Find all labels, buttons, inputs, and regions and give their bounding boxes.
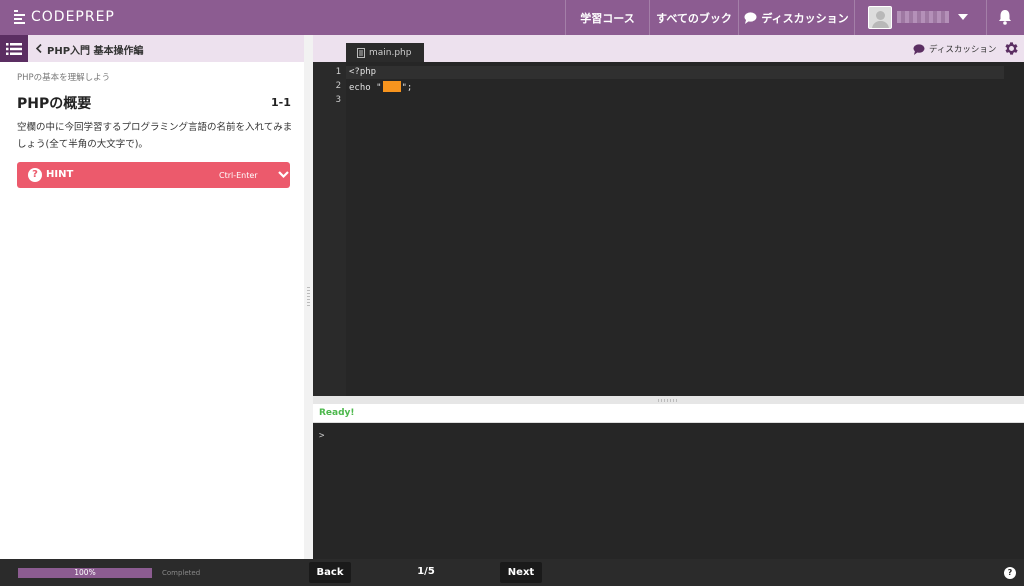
lesson-subheader: PHP入門 基本操作編 — [0, 35, 304, 62]
code-editor[interactable]: <?php echo " "; — [346, 62, 1024, 396]
chevron-down-icon — [278, 171, 289, 179]
console-resize-handle[interactable] — [313, 396, 1024, 404]
progress-label: 100% — [74, 568, 96, 577]
page-indicator: 1/5 — [417, 566, 435, 577]
nav-courses[interactable]: 学習コース — [565, 0, 649, 35]
file-icon — [357, 47, 365, 58]
console-prompt: > — [319, 431, 325, 441]
breadcrumb[interactable]: PHP入門 基本操作編 — [47, 42, 144, 57]
speech-bubble-icon — [744, 11, 757, 24]
editor-tabbar: main.php ディスカッション — [313, 35, 1024, 62]
editor-discussion-link[interactable]: ディスカッション — [913, 43, 996, 55]
nav-discussion[interactable]: ディスカッション — [738, 0, 854, 35]
question-icon: ? — [28, 168, 42, 182]
chevron-left-icon[interactable] — [36, 44, 42, 53]
top-navbar: CODEPREP 学習コース すべてのブック ディスカッション — [0, 0, 1024, 35]
bell-icon[interactable] — [998, 9, 1012, 25]
code-line: echo " "; — [349, 81, 412, 93]
menu-button[interactable] — [0, 35, 28, 62]
file-tab-label: main.php — [369, 47, 412, 58]
nav-books[interactable]: すべてのブック — [649, 0, 738, 35]
avatar[interactable] — [868, 6, 892, 29]
run-status: Ready! — [319, 408, 355, 418]
hint-shortcut: Ctrl-Enter — [219, 171, 258, 180]
completed-label: Completed — [162, 569, 201, 577]
next-button[interactable]: Next — [500, 562, 542, 583]
username-redacted[interactable] — [897, 11, 949, 23]
section-label: PHPの基本を理解しよう — [17, 73, 111, 83]
hint-button[interactable]: ? HINT Ctrl-Enter — [17, 162, 290, 188]
nav-courses-label: 学習コース — [580, 11, 635, 25]
lesson-panel: PHP入門 基本操作編 PHPの基本を理解しよう PHPの概要 1-1 空欄の中… — [0, 35, 304, 559]
file-tab[interactable]: main.php — [346, 43, 424, 62]
nav-discussion-label: ディスカッション — [761, 11, 849, 25]
code-text: echo " — [349, 83, 382, 93]
code-text: "; — [401, 83, 413, 93]
help-icon[interactable]: ? — [1004, 567, 1016, 579]
gear-icon[interactable] — [1003, 40, 1020, 57]
back-button[interactable]: Back — [309, 562, 351, 583]
output-console: > — [313, 423, 1024, 559]
progress-bar: 100% — [18, 568, 152, 578]
panel-resize-handle[interactable] — [304, 35, 313, 559]
line-number-gutter: 1 2 3 — [313, 62, 346, 396]
active-line-highlight — [346, 66, 1004, 79]
run-status-bar: Ready! — [313, 404, 1024, 423]
footer-bar: 100% Completed Back 1/5 Next ? — [0, 559, 1024, 586]
line-number: 1 — [335, 67, 341, 77]
logo[interactable]: CODEPREP — [14, 9, 115, 25]
nav-divider — [854, 0, 855, 35]
line-number: 3 — [335, 95, 341, 105]
list-menu-icon — [6, 42, 22, 55]
editor-discussion-label: ディスカッション — [929, 45, 997, 55]
lesson-number: 1-1 — [271, 96, 291, 109]
nav-books-label: すべてのブック — [656, 11, 732, 25]
lesson-title: PHPの概要 — [17, 96, 92, 112]
logo-text: CODEPREP — [31, 9, 115, 25]
code-line: <?php — [349, 67, 377, 77]
nav-divider — [986, 0, 987, 35]
hint-label: HINT — [46, 169, 74, 180]
line-number: 2 — [335, 81, 341, 91]
chevron-down-icon[interactable] — [958, 14, 968, 21]
answer-blank[interactable] — [382, 81, 401, 92]
logo-icon — [14, 10, 25, 24]
speech-bubble-icon — [913, 43, 925, 55]
lesson-instructions: 空欄の中に今回学習するプログラミング言語の名前を入れてみましょう(全て半角の大文… — [17, 122, 293, 150]
